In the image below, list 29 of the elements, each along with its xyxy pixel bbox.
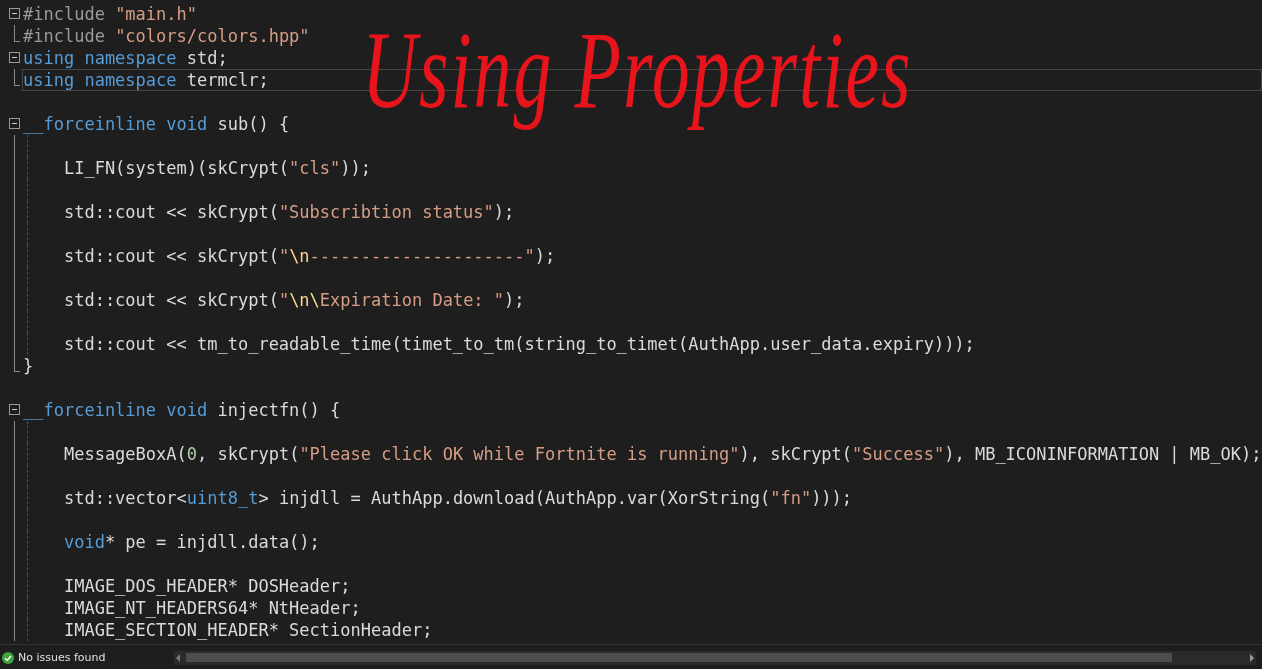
scroll-thumb[interactable]: [186, 653, 1172, 662]
code-line: using namespace std;: [23, 48, 228, 68]
check-icon: [2, 651, 14, 664]
handwritten-note: Using Properties: [362, 7, 913, 133]
scroll-left-icon[interactable]: [174, 652, 182, 663]
horizontal-scrollbar[interactable]: [174, 650, 1256, 665]
code-line: IMAGE_DOS_HEADER* DOSHeader;: [62, 576, 351, 596]
collapse-icon[interactable]: [9, 404, 20, 415]
scroll-right-icon[interactable]: [1248, 652, 1256, 663]
code-line: MessageBoxA(0, skCrypt("Please click OK while Fortnite is running"), skCrypt("Success"), MB_ICONINFORMATION | MB_OK);: [62, 444, 1262, 464]
collapse-icon[interactable]: [9, 52, 20, 63]
code-line: #include "main.h": [23, 4, 197, 24]
code-line: std::vector<uint8_t> injdll = AuthApp.download(AuthApp.var(XorString("fn")));: [62, 488, 853, 508]
code-line: IMAGE_SECTION_HEADER* SectionHeader;: [62, 620, 433, 640]
collapse-icon[interactable]: [9, 118, 20, 129]
code-line: __forceinline void injectfn() {: [23, 400, 341, 420]
code-line: #include "colors/colors.hpp": [23, 26, 310, 46]
code-line: IMAGE_NT_HEADERS64* NtHeader;: [62, 598, 361, 618]
status-message[interactable]: No issues found: [18, 651, 106, 664]
code-line: std::cout << skCrypt("\n\Expiration Date: ");: [62, 290, 525, 310]
code-line: std::cout << skCrypt("\n---------------------");: [62, 246, 556, 266]
code-line: std::cout << tm_to_readable_time(timet_to_tm(string_to_timet(AuthApp.user_data.expiry)));: [62, 334, 975, 354]
code-line: std::cout << skCrypt("Subscribtion status");: [62, 202, 515, 222]
code-line: }: [23, 356, 34, 376]
code-line: __forceinline void sub() {: [23, 114, 290, 134]
collapse-icon[interactable]: [9, 8, 20, 19]
code-line: LI_FN(system)(skCrypt("cls"));: [62, 158, 371, 178]
code-line: void* pe = injdll.data();: [62, 532, 320, 552]
code-line: using namespace termclr;: [23, 70, 269, 90]
